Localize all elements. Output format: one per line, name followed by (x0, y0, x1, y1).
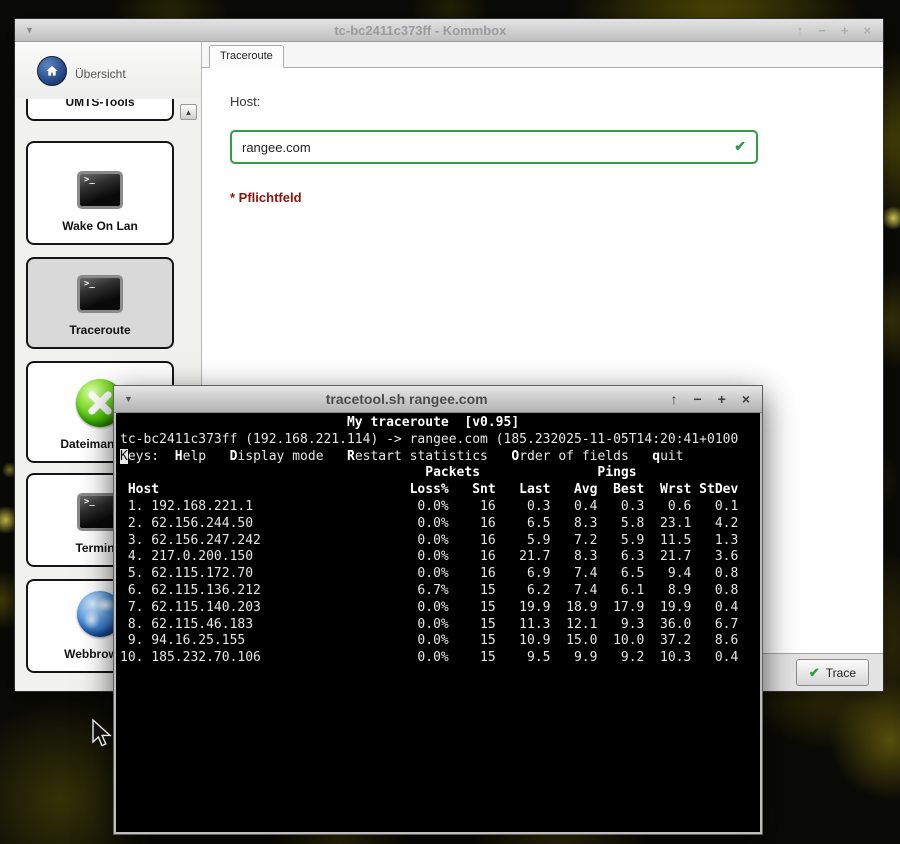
sidebar-item-overview[interactable]: Übersicht (15, 42, 201, 98)
tracetool-window: ▼ tracetool.sh rangee.com ↑ − + × My tra… (113, 385, 763, 835)
minimize-button[interactable]: − (818, 23, 826, 38)
minimize-button[interactable]: − (693, 391, 701, 407)
terminal-prompt-glyph: >_ (84, 175, 95, 185)
trace-button-label: Trace (826, 666, 856, 680)
window-controls: ↑ − + × (797, 23, 883, 38)
tool-label: Traceroute (69, 323, 130, 337)
window-menu-icon[interactable]: ▼ (114, 394, 143, 404)
terminal-cursor: K (120, 449, 128, 464)
mtr-hop-row: 7. 62.115.140.203 0.0% 15 19.9 18.9 17.9… (120, 600, 760, 617)
mtr-hop-row: 2. 62.156.244.50 0.0% 16 6.5 8.3 5.8 23.… (120, 516, 760, 533)
mtr-title-line: My traceroute [v0.95] (120, 415, 760, 432)
mouse-cursor (90, 718, 114, 750)
sidebar-tool-umts-tools[interactable]: >_UMTS-Tools (26, 99, 174, 121)
mtr-hop-row: 9. 94.16.25.155 0.0% 15 10.9 15.0 10.0 3… (120, 633, 760, 650)
close-button[interactable]: × (742, 391, 750, 407)
mtr-column-header: Host Loss% Snt Last Avg Best Wrst StDev (120, 482, 760, 499)
mtr-hop-row: 1. 192.168.221.1 0.0% 16 0.3 0.4 0.3 0.6… (120, 499, 760, 516)
trace-button[interactable]: ✔ Trace (796, 659, 869, 686)
maximize-button[interactable]: + (718, 391, 726, 407)
sidebar-tool-traceroute[interactable]: >_ Traceroute (26, 257, 174, 349)
required-field-note: * Pflichtfeld (230, 190, 302, 205)
kommbox-titlebar[interactable]: ▼ tc-bc2411c373ff - Kommbox ↑ − + × (15, 19, 883, 42)
terminal-screen[interactable]: My traceroute [v0.95]tc-bc2411c373ff (19… (114, 413, 762, 834)
terminal-icon: >_ (77, 275, 123, 313)
check-icon: ✔ (809, 665, 820, 681)
host-input[interactable] (230, 130, 758, 164)
rollup-button[interactable]: ↑ (670, 391, 677, 407)
overview-label: Übersicht (75, 67, 126, 81)
window-menu-icon[interactable]: ▼ (15, 25, 44, 35)
terminal-window-controls: ↑ − + × (670, 391, 762, 407)
mtr-keys-line: Keys: Help Display mode Restart statisti… (120, 449, 760, 466)
tool-label: UMTS-Tools (65, 99, 134, 109)
window-title: tc-bc2411c373ff - Kommbox (44, 23, 797, 38)
mtr-hop-row: 6. 62.115.136.212 6.7% 15 6.2 7.4 6.1 8.… (120, 583, 760, 600)
tab-strip: Traceroute (202, 42, 883, 68)
home-icon (37, 56, 67, 86)
rollup-button[interactable]: ↑ (797, 23, 804, 38)
mtr-hop-row: 5. 62.115.172.70 0.0% 16 6.9 7.4 6.5 9.4… (120, 566, 760, 583)
terminal-prompt-glyph: >_ (84, 497, 95, 507)
terminal-icon: >_ (77, 171, 123, 209)
tracetool-titlebar[interactable]: ▼ tracetool.sh rangee.com ↑ − + × (114, 386, 762, 413)
mtr-host-line: tc-bc2411c373ff (192.168.221.114) -> ran… (120, 432, 760, 449)
host-input-wrap: ✔ (230, 130, 758, 164)
valid-check-icon: ✔ (734, 138, 746, 155)
terminal-window-title: tracetool.sh rangee.com (143, 391, 671, 407)
mtr-hop-row: 10. 185.232.70.106 0.0% 15 9.5 9.9 9.2 1… (120, 650, 760, 667)
maximize-button[interactable]: + (841, 23, 849, 38)
tool-label: Wake On Lan (62, 219, 138, 233)
host-label: Host: (230, 94, 260, 109)
close-button[interactable]: × (863, 23, 871, 38)
mtr-hop-row: 8. 62.115.46.183 0.0% 15 11.3 12.1 9.3 3… (120, 617, 760, 634)
terminal-prompt-glyph: >_ (84, 279, 95, 289)
mtr-hop-row: 4. 217.0.200.150 0.0% 16 21.7 8.3 6.3 21… (120, 549, 760, 566)
sidebar-tool-wake-on-lan[interactable]: >_ Wake On Lan (26, 141, 174, 245)
mtr-group-header: Packets Pings (120, 465, 760, 482)
scroll-up-button[interactable]: ▲ (180, 104, 197, 120)
tab-traceroute[interactable]: Traceroute (209, 45, 284, 68)
mtr-hop-row: 3. 62.156.247.242 0.0% 16 5.9 7.2 5.9 11… (120, 533, 760, 550)
